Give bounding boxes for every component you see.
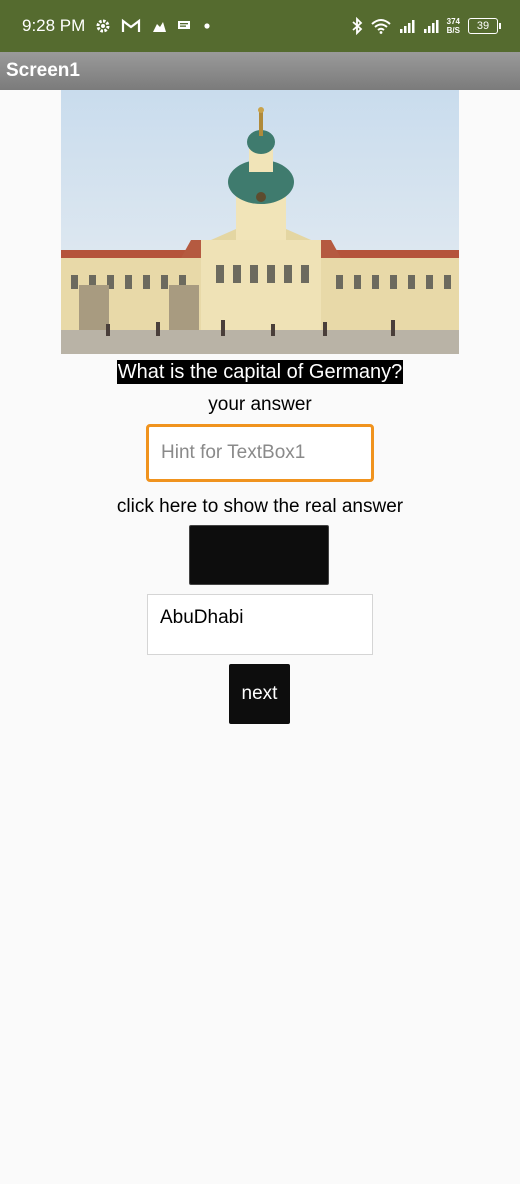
battery-level: 39 xyxy=(476,20,490,32)
app-title: Screen1 xyxy=(6,60,80,81)
signal-icon-2 xyxy=(423,18,439,34)
your-answer-label: your answer xyxy=(208,394,312,415)
answer-input[interactable] xyxy=(146,424,374,482)
question-text: What is the capital of Germany? xyxy=(116,360,404,384)
puzzle-icon xyxy=(151,18,167,34)
status-bar: 9:28 PM 374 B/S 39 xyxy=(0,0,520,52)
net-speed-unit: B/S xyxy=(446,26,460,35)
next-button[interactable]: next xyxy=(229,664,290,724)
net-speed: 374 B/S xyxy=(447,17,460,35)
show-answer-button[interactable] xyxy=(189,525,329,585)
signal-icon xyxy=(399,18,415,34)
question-label: What is the capital of Germany? xyxy=(0,360,520,384)
wifi-icon xyxy=(370,18,391,34)
battery-icon: 39 xyxy=(468,18,501,34)
clock: 9:28 PM xyxy=(22,16,86,35)
revealed-answer-box: AbuDhabi xyxy=(147,594,373,655)
dot-icon xyxy=(201,20,213,32)
reveal-hint-label: click here to show the real answer xyxy=(116,496,404,517)
gear-icon xyxy=(95,18,111,34)
bluetooth-icon xyxy=(351,17,363,35)
app-bar: Screen1 xyxy=(0,52,520,90)
palace-photo xyxy=(61,90,459,354)
message-icon xyxy=(177,20,191,32)
gmail-icon xyxy=(121,18,141,34)
net-speed-value: 374 xyxy=(446,17,460,26)
